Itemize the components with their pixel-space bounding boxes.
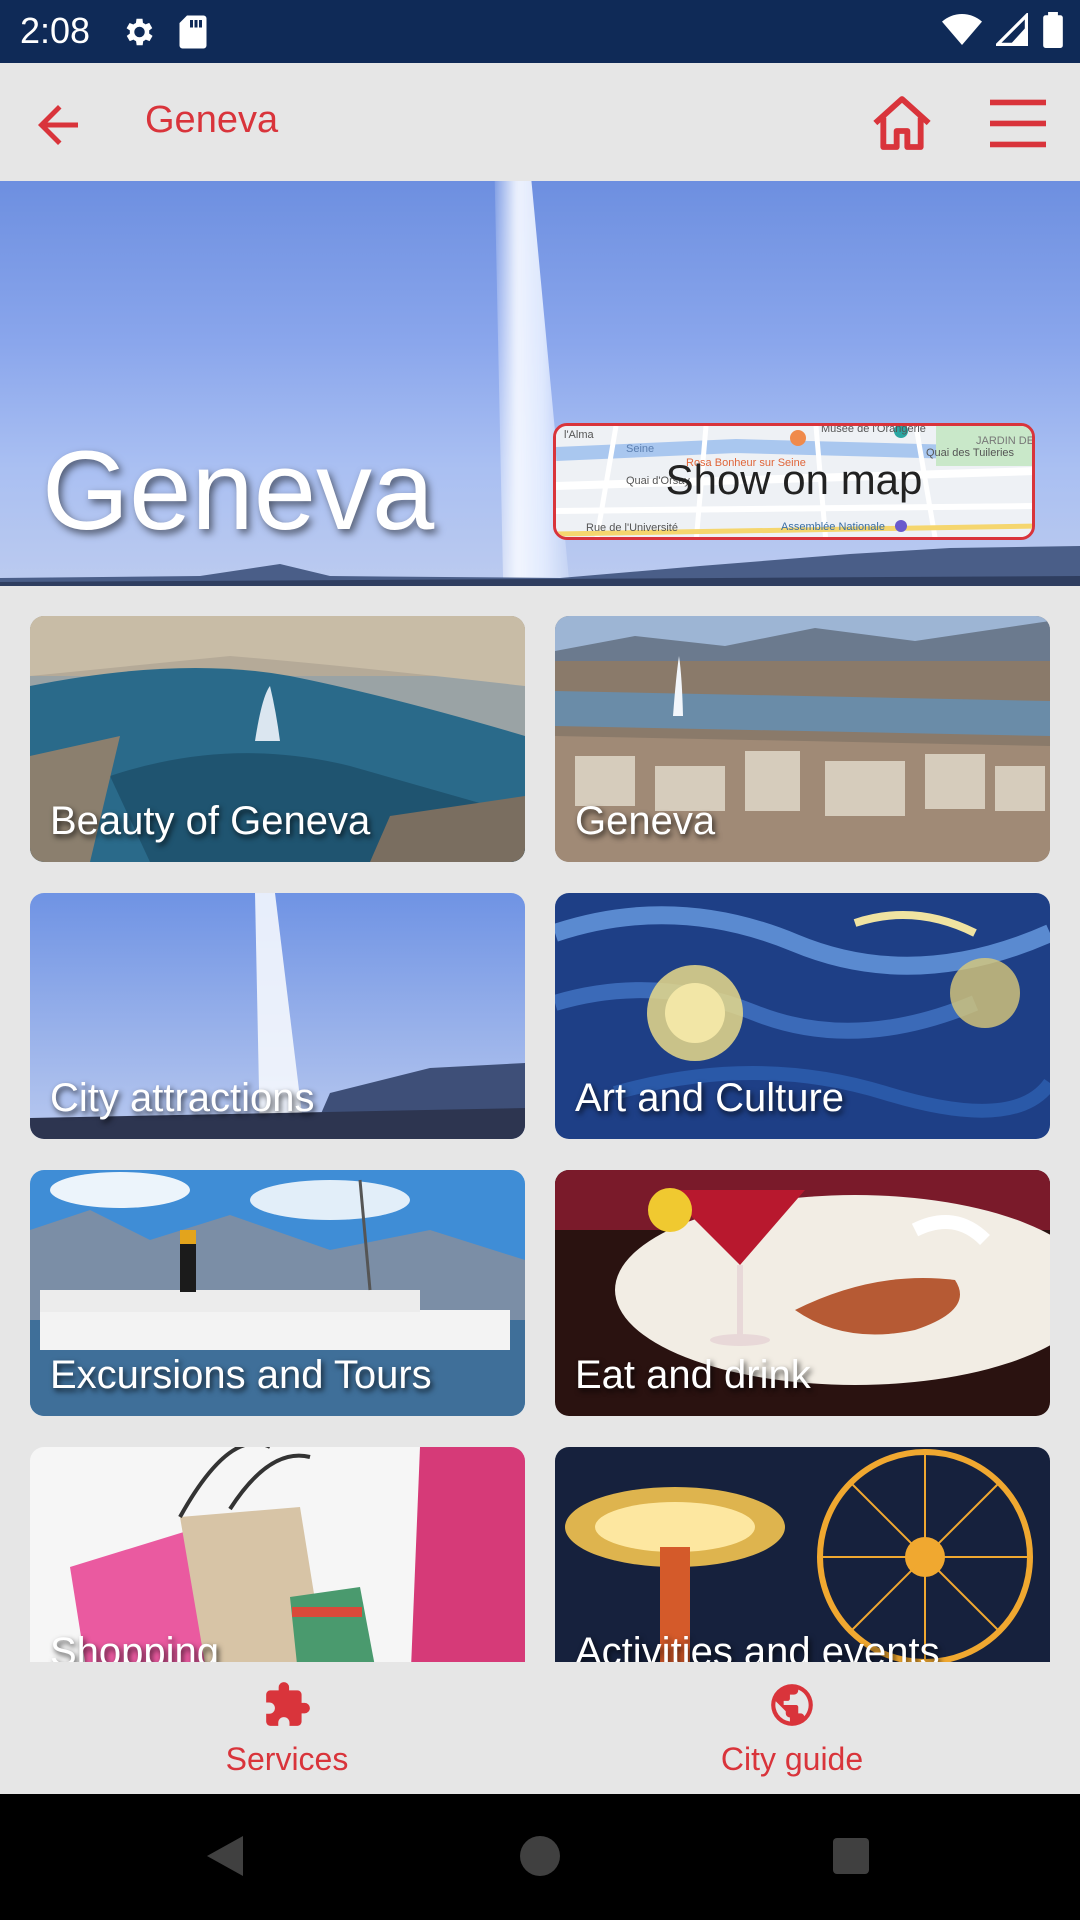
tile-label: Art and Culture: [575, 1076, 845, 1120]
cell-signal-icon: [996, 13, 1028, 46]
status-time: 2:08: [20, 10, 91, 51]
category-grid: Beauty of Geneva Geneva City attractions…: [0, 586, 1080, 1662]
map-street-label: Musée de l'Orangerie: [821, 426, 926, 435]
page-title: Geneva: [145, 99, 279, 141]
nav-services-label: Services: [225, 1741, 349, 1777]
show-on-map-label: Show on map: [665, 456, 923, 503]
tile-eat-and-drink[interactable]: Eat and drink: [555, 1170, 1050, 1416]
map-street-label: JARDIN DES TUILE: [976, 435, 1035, 447]
tile-shopping[interactable]: Shopping: [30, 1447, 525, 1662]
status-bar: 2:08: [0, 0, 1080, 63]
battery-icon: [1043, 12, 1063, 48]
home-icon[interactable]: [870, 93, 934, 153]
nav-services[interactable]: Services: [177, 1680, 397, 1778]
map-street-label: l'Alma: [564, 429, 594, 441]
settings-icon: [126, 18, 153, 46]
tile-beauty-of-geneva[interactable]: Beauty of Geneva: [30, 616, 525, 862]
tile-art-and-culture[interactable]: Art and Culture: [555, 893, 1050, 1139]
wifi-icon: [942, 14, 982, 45]
puzzle-icon: [266, 1682, 310, 1726]
tile-label: Geneva: [575, 799, 716, 843]
map-street-label: Seine: [626, 443, 654, 455]
nav-city-guide[interactable]: City guide: [682, 1680, 902, 1778]
tile-label: Shopping: [50, 1630, 220, 1662]
tile-geneva[interactable]: Geneva: [555, 616, 1050, 862]
map-street-label: Assemblée Nationale: [781, 521, 885, 533]
tile-city-attractions[interactable]: City attractions: [30, 893, 525, 1139]
globe-icon: [771, 1684, 813, 1726]
bottom-navigation: Services City guide: [0, 1662, 1080, 1794]
nav-city-guide-label: City guide: [720, 1741, 864, 1777]
system-navigation-bar: [0, 1794, 1080, 1920]
hero-city-title: Geneva: [42, 428, 435, 553]
tile-label: City attractions: [50, 1076, 315, 1120]
tile-excursions-and-tours[interactable]: Excursions and Tours: [30, 1170, 525, 1416]
map-street-label: Rue de l'Université: [586, 522, 678, 534]
tile-label: Excursions and Tours: [50, 1353, 432, 1397]
back-triangle-icon[interactable]: [203, 1832, 247, 1880]
tile-label: Eat and drink: [575, 1353, 811, 1397]
recents-square-icon[interactable]: [831, 1836, 871, 1876]
sd-card-icon: [179, 15, 207, 49]
arrow-left-icon[interactable]: [28, 95, 88, 155]
tile-activities-and-events[interactable]: Activities and events: [555, 1447, 1050, 1662]
tile-label: Beauty of Geneva: [50, 799, 371, 843]
app-bar: Geneva: [0, 63, 1080, 181]
show-on-map-button[interactable]: l'Alma Seine Musée de l'Orangerie Rosa B…: [553, 423, 1035, 540]
hamburger-menu-icon[interactable]: [990, 97, 1046, 149]
home-circle-icon[interactable]: [518, 1834, 562, 1878]
tile-label: Activities and events: [575, 1630, 940, 1662]
